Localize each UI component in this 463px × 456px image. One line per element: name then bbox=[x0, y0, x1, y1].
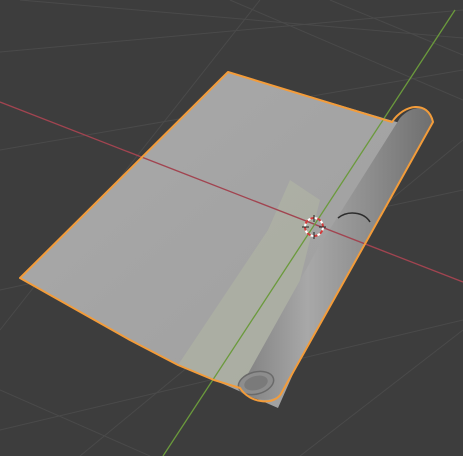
3d-viewport[interactable] bbox=[0, 0, 463, 456]
viewport-canvas[interactable] bbox=[0, 0, 463, 456]
